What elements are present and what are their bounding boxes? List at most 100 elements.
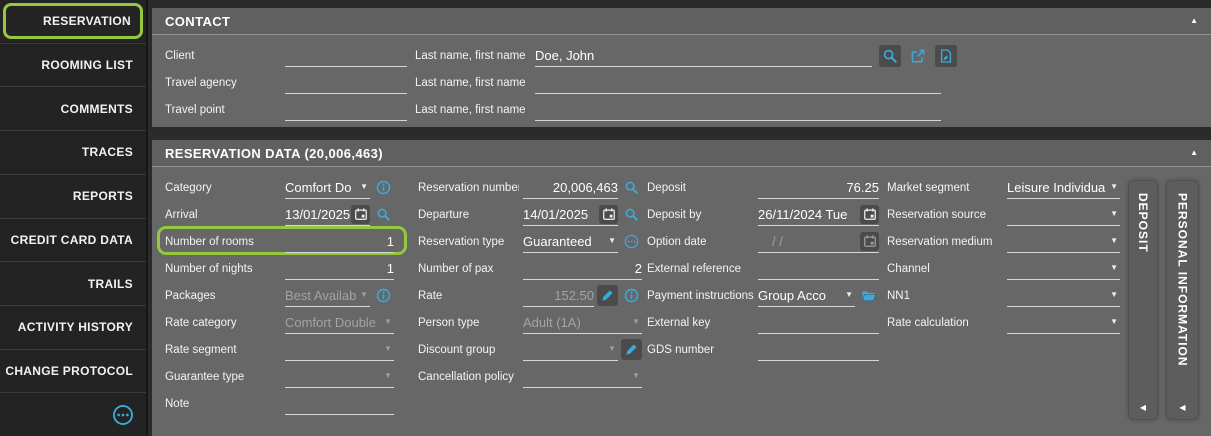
- sidebar-item-rooming-list[interactable]: ROOMING LIST: [0, 44, 146, 88]
- note-input[interactable]: [285, 390, 394, 417]
- calendar-icon[interactable]: [351, 205, 370, 224]
- rate-category-dropdown: Comfort Double▼: [285, 309, 394, 336]
- travel-point-name-input[interactable]: [535, 96, 941, 123]
- chevron-down-icon: ▼: [384, 318, 392, 326]
- arrival-date-input[interactable]: 13/01/2025: [285, 201, 394, 228]
- name-column-label: Last name, first name: [415, 69, 533, 96]
- reservation-type-dropdown[interactable]: Guaranteed▼: [523, 228, 642, 255]
- name-column-label: Last name, first name: [415, 96, 533, 123]
- reservation-source-dropdown[interactable]: ▼: [1007, 201, 1120, 228]
- external-reference-label: External reference: [647, 255, 754, 282]
- sidebar-item-trails[interactable]: TRAILS: [0, 262, 146, 306]
- sidebar-item-activity-history[interactable]: ACTIVITY HISTORY: [0, 306, 146, 350]
- travel-agency-name-input[interactable]: [535, 69, 941, 96]
- more-options-icon[interactable]: [112, 404, 134, 426]
- deposit-input[interactable]: 76.25: [758, 174, 879, 201]
- tab-personal-information[interactable]: PERSONAL INFORMATION ◀: [1166, 180, 1199, 420]
- reservation-type-label: Reservation type: [418, 228, 519, 255]
- external-key-input[interactable]: [758, 309, 879, 336]
- packages-label: Packages: [165, 282, 281, 309]
- search-icon[interactable]: [879, 45, 901, 67]
- calendar-icon[interactable]: [860, 205, 879, 224]
- chevron-down-icon: ▼: [608, 345, 616, 353]
- arrival-label: Arrival: [165, 201, 281, 228]
- reservation-data-section: RESERVATION DATA (20,006,463) ▲ Category…: [152, 140, 1211, 436]
- market-segment-dropdown[interactable]: Leisure Individua▼: [1007, 174, 1120, 201]
- travel-point-code-input[interactable]: [285, 96, 407, 123]
- discount-group-dropdown: ▼: [523, 336, 642, 363]
- collapse-section-icon[interactable]: ▲: [1190, 149, 1198, 157]
- external-reference-input[interactable]: [758, 255, 879, 282]
- number-of-pax-input[interactable]: 2: [523, 255, 642, 282]
- gds-number-input[interactable]: [758, 336, 879, 363]
- rate-input: 152.50: [523, 282, 642, 309]
- number-of-pax-label: Number of pax: [418, 255, 519, 282]
- pencil-icon[interactable]: [597, 285, 618, 306]
- number-of-nights-input[interactable]: 1: [285, 255, 394, 282]
- sidebar-item-label: REPORTS: [73, 189, 133, 203]
- market-segment-label: Market segment: [887, 174, 1003, 201]
- tab-deposit[interactable]: DEPOSIT ◀: [1128, 180, 1158, 420]
- deposit-by-label: Deposit by: [647, 201, 754, 228]
- rate-calculation-dropdown[interactable]: ▼: [1007, 309, 1120, 336]
- ellipsis-icon[interactable]: [621, 231, 642, 252]
- departure-date-input[interactable]: 14/01/2025: [523, 201, 642, 228]
- nn1-dropdown[interactable]: ▼: [1007, 282, 1120, 309]
- reservation-medium-label: Reservation medium: [887, 228, 1003, 255]
- client-code-input[interactable]: [285, 42, 407, 69]
- profile-document-icon[interactable]: [935, 45, 957, 67]
- sidebar-item-traces[interactable]: TRACES: [0, 131, 146, 175]
- number-of-rooms-input[interactable]: 1: [285, 228, 394, 255]
- sidebar-item-credit-card-data[interactable]: CREDIT CARD DATA: [0, 219, 146, 263]
- sidebar-item-label: RESERVATION: [43, 14, 131, 28]
- info-icon[interactable]: [621, 285, 642, 306]
- channel-dropdown[interactable]: ▼: [1007, 255, 1120, 282]
- reservation-data-header: RESERVATION DATA (20,006,463) ▲: [152, 140, 1211, 167]
- search-icon[interactable]: [373, 204, 394, 225]
- reservation-medium-dropdown[interactable]: ▼: [1007, 228, 1120, 255]
- person-type-label: Person type: [418, 309, 519, 336]
- calendar-icon: [860, 232, 879, 251]
- open-external-icon[interactable]: [907, 45, 929, 67]
- sidebar-item-reservation[interactable]: RESERVATION: [0, 0, 146, 44]
- payment-instructions-dropdown[interactable]: Group Acco▼: [758, 282, 879, 309]
- category-dropdown[interactable]: Comfort Do▼: [285, 174, 394, 201]
- sidebar-item-comments[interactable]: COMMENTS: [0, 87, 146, 131]
- chevron-left-icon: ◀: [1140, 404, 1146, 412]
- reservation-source-label: Reservation source: [887, 201, 1003, 228]
- search-icon[interactable]: [621, 204, 642, 225]
- chevron-down-icon: ▼: [384, 345, 392, 353]
- folder-icon[interactable]: [858, 285, 879, 306]
- packages-dropdown: Best Availab▼: [285, 282, 394, 309]
- reservation-number-input[interactable]: 20,006,463: [523, 174, 642, 201]
- rate-category-label: Rate category: [165, 309, 281, 336]
- sidebar-item-label: CREDIT CARD DATA: [11, 233, 133, 247]
- sidebar-more-row: [0, 393, 146, 436]
- contact-section-header: CONTACT ▲: [152, 8, 1211, 35]
- deposit-by-date-input[interactable]: 26/11/2024 Tue: [758, 201, 879, 228]
- calendar-icon[interactable]: [599, 205, 618, 224]
- search-icon[interactable]: [621, 177, 642, 198]
- pencil-icon[interactable]: [621, 339, 642, 360]
- nn1-label: NN1: [887, 282, 1003, 309]
- sidebar: RESERVATION ROOMING LIST COMMENTS TRACES…: [0, 0, 148, 436]
- travel-agency-code-input[interactable]: [285, 69, 407, 96]
- info-icon[interactable]: [373, 177, 394, 198]
- sidebar-item-label: TRACES: [82, 145, 133, 159]
- sidebar-item-change-protocol[interactable]: CHANGE PROTOCOL: [0, 350, 146, 394]
- person-type-dropdown: Adult (1A)▼: [523, 309, 642, 336]
- external-key-label: External key: [647, 309, 754, 336]
- chevron-down-icon: ▼: [384, 372, 392, 380]
- reservation-data-title: RESERVATION DATA (20,006,463): [165, 146, 383, 161]
- chevron-down-icon: ▼: [845, 291, 853, 299]
- client-name-value: Doe, John: [535, 48, 872, 63]
- collapse-section-icon[interactable]: ▲: [1190, 17, 1198, 25]
- option-date-input[interactable]: / /: [758, 228, 879, 255]
- number-of-nights-label: Number of nights: [165, 255, 281, 282]
- sidebar-item-reports[interactable]: REPORTS: [0, 175, 146, 219]
- gds-number-label: GDS number: [647, 336, 754, 363]
- client-name-input[interactable]: Doe, John: [535, 42, 872, 69]
- sidebar-item-label: TRAILS: [88, 277, 133, 291]
- info-icon[interactable]: [373, 285, 394, 306]
- contact-row-client: Client Last name, first name Doe, John: [152, 42, 1211, 69]
